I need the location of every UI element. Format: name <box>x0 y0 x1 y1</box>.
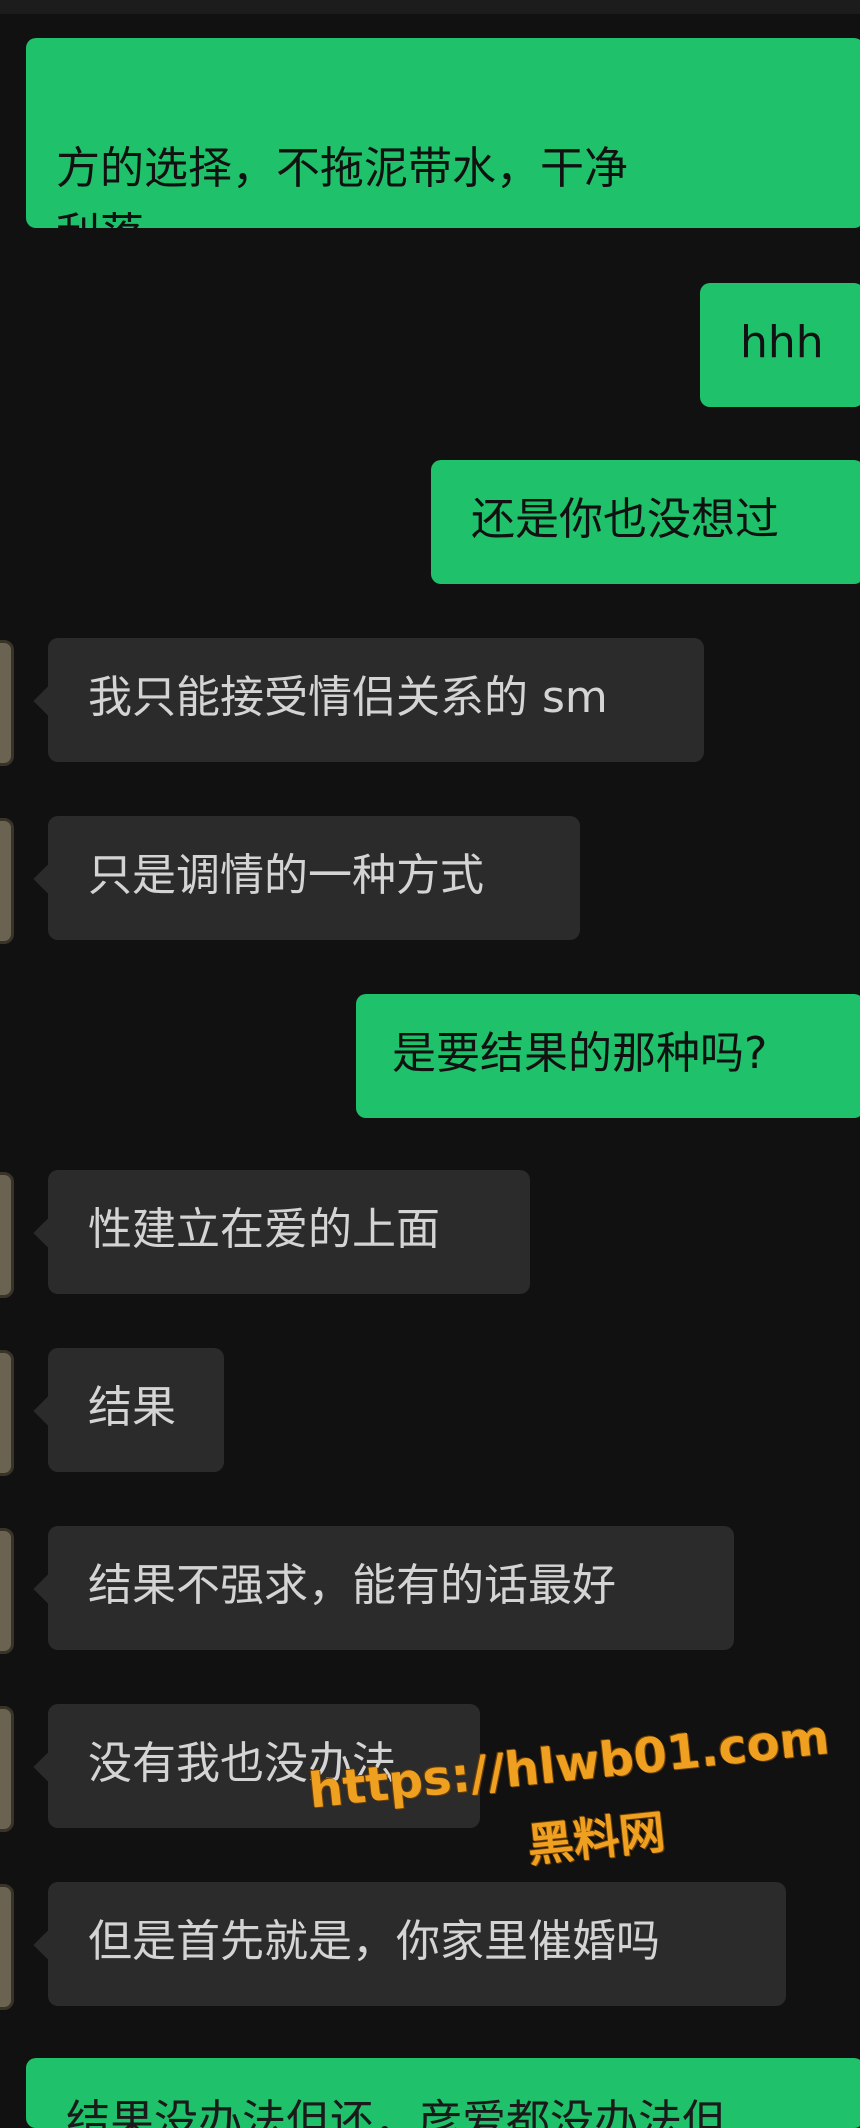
message-bubble-sent[interactable]: 方的选择，不拖泥带水，干净 利落 <box>26 38 860 228</box>
message-bubble-sent[interactable]: hhh <box>700 283 860 407</box>
contact-avatar[interactable] <box>0 1528 14 1654</box>
watermark-site-text: 黑料网 <box>524 1804 668 1873</box>
message-text: 是要结果的那种吗? <box>392 1028 768 1079</box>
message-text: 结果不强求，能有的话最好 <box>88 1560 616 1611</box>
message-bubble-received[interactable]: 结果 <box>48 1348 224 1472</box>
message-text: 还是你也没想过 <box>471 494 779 545</box>
watermark-site: 黑料网 <box>524 1796 668 1876</box>
message-bubble-received[interactable]: 性建立在爱的上面 <box>48 1170 530 1294</box>
top-bar <box>0 0 860 14</box>
message-bubble-received[interactable]: 结果不强求，能有的话最好 <box>48 1526 734 1650</box>
message-bubble-sent[interactable]: 结果没办法但还，彦爱都没办法但 <box>26 2058 860 2128</box>
contact-avatar[interactable] <box>0 1706 14 1832</box>
contact-avatar[interactable] <box>0 640 14 766</box>
message-text: 结果 <box>88 1382 176 1433</box>
message-text: 方的选择，不拖泥带水，干净 利落 <box>56 143 628 228</box>
contact-avatar[interactable] <box>0 1172 14 1298</box>
message-text: 只是调情的一种方式 <box>88 850 484 901</box>
message-text: 但是首先就是，你家里催婚吗 <box>88 1916 660 1967</box>
message-bubble-received[interactable]: 只是调情的一种方式 <box>48 816 580 940</box>
message-bubble-received[interactable]: 我只能接受情侣关系的 sm <box>48 638 704 762</box>
contact-avatar[interactable] <box>0 818 14 944</box>
message-bubble-received[interactable]: 但是首先就是，你家里催婚吗 <box>48 1882 786 2006</box>
contact-avatar[interactable] <box>0 1884 14 2010</box>
message-bubble-sent[interactable]: 还是你也没想过 <box>431 460 860 584</box>
message-bubble-sent[interactable]: 是要结果的那种吗? <box>356 994 860 1118</box>
message-text: 结果没办法但还，彦爱都没办法但 <box>66 2096 726 2128</box>
contact-avatar[interactable] <box>0 1350 14 1476</box>
message-text: 性建立在爱的上面 <box>88 1204 440 1255</box>
message-text: hhh <box>740 317 824 368</box>
message-text: 我只能接受情侣关系的 sm <box>88 672 608 723</box>
